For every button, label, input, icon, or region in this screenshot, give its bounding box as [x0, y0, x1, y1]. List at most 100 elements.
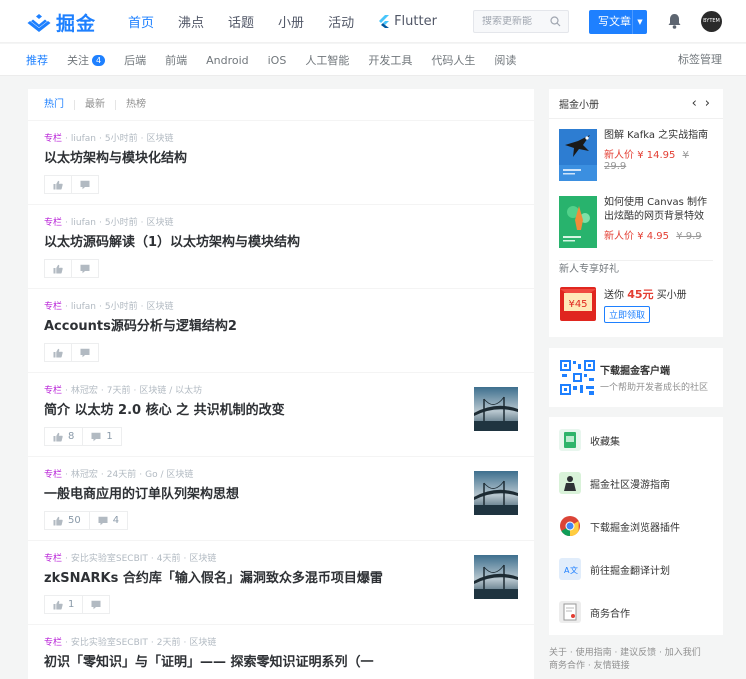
entry-tags[interactable]: 区块链 [146, 134, 173, 144]
entry-author[interactable]: 林冠宏 [71, 470, 98, 480]
like-button[interactable]: 50 [44, 511, 90, 530]
feed-entry[interactable]: 专栏 · 安比实验室SECBIT · 2天前 · 区块链初识「零知识」与「证明」—— 探索零… [28, 625, 534, 679]
comment-button[interactable]: 4 [89, 511, 129, 530]
comment-icon [98, 516, 108, 525]
nav-pins[interactable]: 沸点 [178, 12, 204, 31]
chevron-right-icon[interactable]: › [705, 96, 710, 111]
book-title[interactable]: 图解 Kafka 之实战指南 [604, 129, 714, 143]
link-browser-extension[interactable]: 下载掘金浏览器插件 [557, 513, 680, 539]
article-thumbnail[interactable] [474, 471, 518, 515]
nav-events[interactable]: 活动 [328, 12, 354, 31]
entry-author[interactable]: 安比实验室SECBIT [71, 638, 148, 648]
write-article-button[interactable]: 写文章 ▼ [589, 10, 647, 34]
tag-ios[interactable]: iOS [268, 54, 287, 67]
like-button[interactable] [44, 343, 72, 362]
coupon-envelope-icon: ¥45 [560, 287, 596, 321]
main-nav: 首页 沸点 话题 小册 活动 Flutter [128, 0, 461, 43]
entry-author[interactable]: liufan [71, 134, 96, 144]
entry-title[interactable]: 初识「零知识」与「证明」—— 探索零知识证明系列（一 [44, 654, 518, 672]
entry-category[interactable]: 专栏 [44, 134, 62, 144]
feed-entry[interactable]: 专栏 · liufan · 5小时前 · 区块链 Accounts源码分析与逻辑结构2 [28, 289, 534, 373]
tag-manage-link[interactable]: 标签管理 [678, 44, 722, 76]
logo[interactable]: 掘金 [26, 9, 96, 36]
avatar[interactable]: BYTEM [701, 11, 722, 32]
link-business[interactable]: 商务合作 [557, 599, 630, 625]
comment-button[interactable]: 1 [83, 427, 122, 446]
tab-hot[interactable]: 热门 [44, 99, 75, 110]
tab-latest[interactable]: 最新 [85, 99, 116, 110]
entry-tags[interactable]: 区块链 [146, 218, 173, 228]
entry-title[interactable]: zkSNARKs 合约库「输入假名」漏洞致众多混币项目爆雷 [44, 570, 518, 588]
tag-recommend[interactable]: 推荐 [26, 52, 48, 68]
book-title[interactable]: 如何使用 Canvas 制作出炫酷的网页背景特效 [604, 196, 714, 224]
book-item[interactable]: 图解 Kafka 之实战指南 新人价 ¥ 14.95 ¥ 29.9 [559, 129, 714, 181]
comment-button[interactable] [83, 595, 111, 614]
search-box[interactable] [473, 10, 569, 33]
entry-author[interactable]: 安比实验室SECBIT [71, 554, 148, 564]
bell-icon[interactable] [667, 13, 682, 29]
chevron-down-icon[interactable]: ▼ [633, 18, 647, 26]
nav-topics[interactable]: 话题 [228, 12, 254, 31]
entry-author[interactable]: liufan [71, 218, 96, 228]
tag-reading[interactable]: 阅读 [494, 52, 516, 68]
nav-books[interactable]: 小册 [278, 12, 304, 31]
entry-category[interactable]: 专栏 [44, 638, 62, 648]
tag-following[interactable]: 关注 4 [67, 52, 106, 68]
feed-entry[interactable]: 专栏 · liufan · 5小时前 · 区块链 以太坊源码解读（1）以太坊架构与模块结构 [28, 205, 534, 289]
claim-button[interactable]: 立即领取 [604, 306, 651, 323]
link-roaming-guide[interactable]: 掘金社区漫游指南 [557, 470, 670, 496]
entry-category[interactable]: 专栏 [44, 470, 62, 480]
like-button[interactable] [44, 259, 72, 278]
entry-tags[interactable]: 区块链 [189, 638, 216, 648]
like-button[interactable] [44, 175, 72, 194]
entry-category[interactable]: 专栏 [44, 386, 62, 396]
entry-tags[interactable]: 区块链 / 以太坊 [139, 386, 202, 396]
comment-button[interactable] [72, 343, 99, 362]
tag-android[interactable]: Android [206, 54, 249, 67]
chevron-left-icon[interactable]: ‹ [692, 96, 697, 111]
tag-code-life[interactable]: 代码人生 [431, 52, 475, 68]
tag-ai[interactable]: 人工智能 [305, 52, 349, 68]
footer-line[interactable]: 商务合作 · 友情链接 [549, 660, 729, 673]
comment-button[interactable] [72, 175, 99, 194]
entry-category[interactable]: 专栏 [44, 302, 62, 312]
entry-category[interactable]: 专栏 [44, 218, 62, 228]
tag-devtools[interactable]: 开发工具 [368, 52, 412, 68]
entry-actions [44, 259, 518, 278]
tab-hot-list[interactable]: 热榜 [126, 99, 156, 110]
entry-title[interactable]: 以太坊架构与模块化结构 [44, 150, 518, 168]
tag-frontend[interactable]: 前端 [165, 52, 187, 68]
svg-text:文: 文 [570, 565, 578, 575]
entry-author[interactable]: liufan [71, 302, 96, 312]
article-thumbnail[interactable] [474, 555, 518, 599]
nav-flutter[interactable]: Flutter [378, 14, 437, 29]
download-app-card[interactable]: 下载掘金客户端 一个帮助开发者成长的社区 [549, 348, 723, 407]
tag-backend[interactable]: 后端 [124, 52, 146, 68]
link-collections[interactable]: 收藏集 [557, 427, 620, 453]
entry-author[interactable]: 林冠宏 [71, 386, 98, 396]
like-button[interactable]: 1 [44, 595, 84, 614]
entry-tags[interactable]: 区块链 [146, 302, 173, 312]
book-item[interactable]: 如何使用 Canvas 制作出炫酷的网页背景特效 新人价 ¥ 4.95 ¥ 9.… [559, 196, 714, 248]
entry-tags[interactable]: 区块链 [189, 554, 216, 564]
feed-entry[interactable]: 专栏 · 安比实验室SECBIT · 4天前 · 区块链 zkSNARKs 合约库「输入假名」… [28, 541, 534, 625]
entry-tags[interactable]: Go / 区块链 [145, 470, 193, 480]
entry-title[interactable]: 以太坊源码解读（1）以太坊架构与模块结构 [44, 234, 518, 252]
search-input[interactable] [482, 16, 548, 27]
like-button[interactable]: 8 [44, 427, 84, 446]
footer-line[interactable]: 关于 · 使用指南 · 建议反馈 · 加入我们 [549, 647, 729, 660]
entry-title[interactable]: Accounts源码分析与逻辑结构2 [44, 318, 518, 336]
comment-button[interactable] [72, 259, 99, 278]
feed-entry[interactable]: 专栏 · 林冠宏 · 7天前 · 区块链 / 以太坊 简介 以太坊 2.0 核心 之 共识机制… [28, 373, 534, 457]
article-thumbnail[interactable] [474, 387, 518, 431]
nav-home[interactable]: 首页 [128, 12, 154, 31]
search-icon[interactable] [550, 16, 561, 27]
feed-entry[interactable]: 专栏 · liufan · 5小时前 · 区块链 以太坊架构与模块化结构 [28, 121, 534, 205]
entry-category[interactable]: 专栏 [44, 554, 62, 564]
entry-time: 4天前 [156, 554, 181, 564]
feed-entry[interactable]: 专栏 · 林冠宏 · 24天前 · Go / 区块链 一般电商应用的订单队列架构思想 50 4 [28, 457, 534, 541]
link-translation-plan[interactable]: A 文 前往掘金翻译计划 [557, 556, 670, 582]
entry-title[interactable]: 一般电商应用的订单队列架构思想 [44, 486, 518, 504]
entry-title[interactable]: 简介 以太坊 2.0 核心 之 共识机制的改变 [44, 402, 518, 420]
entry-meta: 专栏 · 安比实验室SECBIT · 2天前 · 区块链 [44, 638, 217, 648]
